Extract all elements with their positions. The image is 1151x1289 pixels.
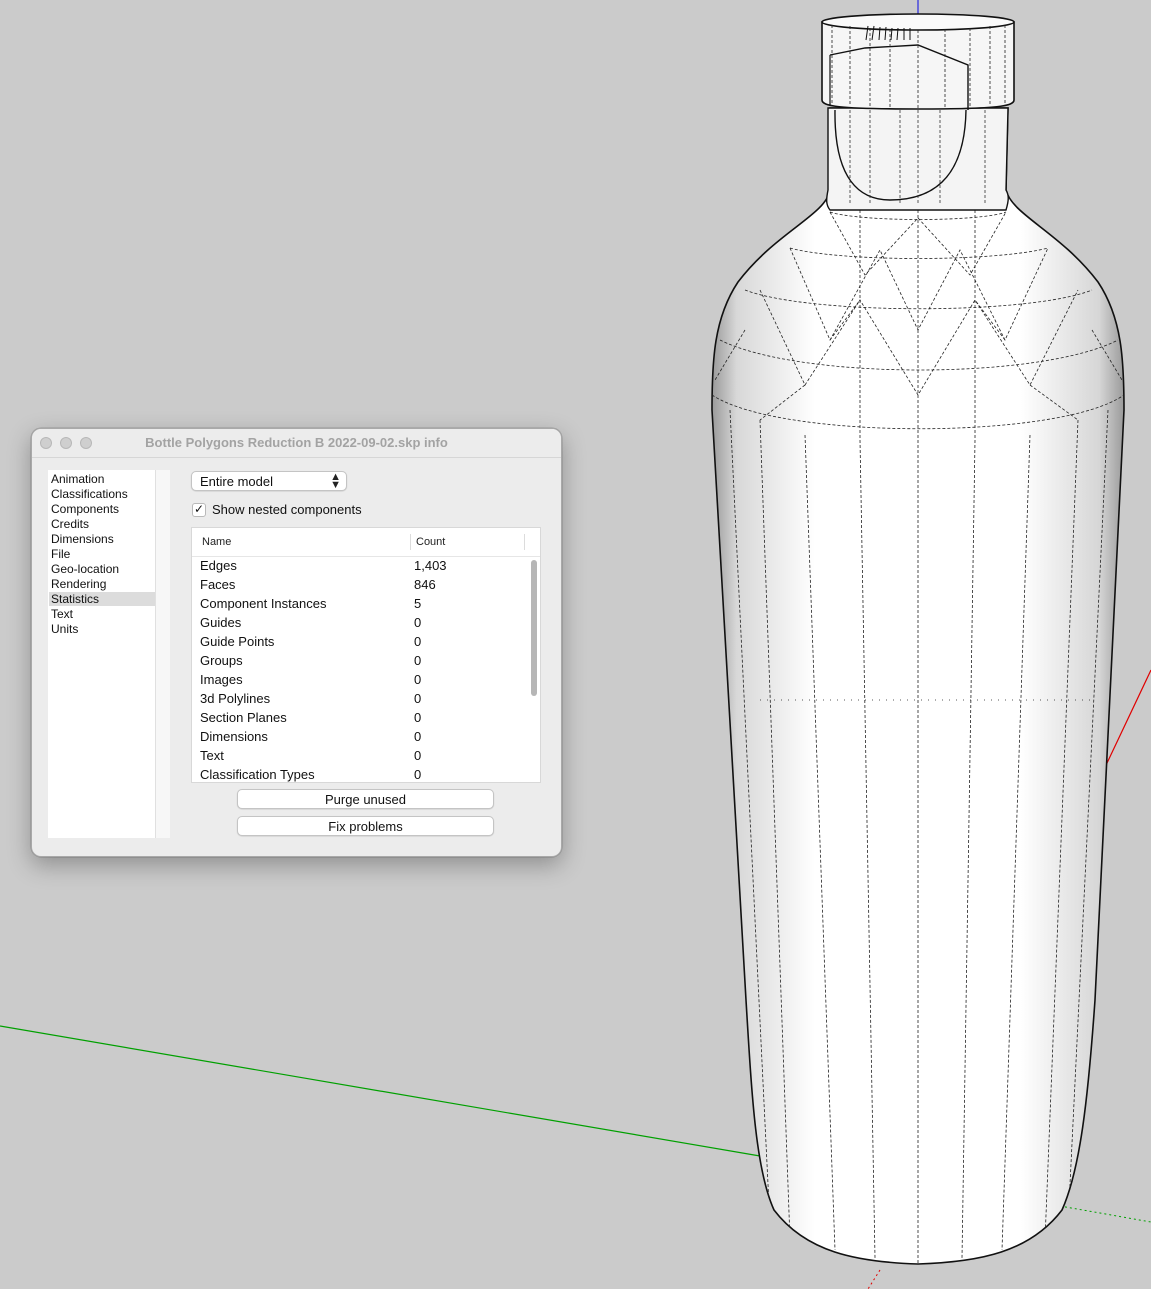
purge-unused-button[interactable]: Purge unused: [237, 789, 494, 809]
table-row[interactable]: Guides 0: [192, 613, 526, 632]
scope-select-value: Entire model: [200, 474, 273, 489]
model-info-window[interactable]: Bottle Polygons Reduction B 2022-09-02.s…: [31, 428, 562, 857]
row-count: 0: [414, 691, 422, 706]
sidebar-item-animation[interactable]: Animation: [49, 472, 155, 486]
row-count: 846: [414, 577, 436, 592]
row-name: Text: [200, 748, 224, 763]
table-row[interactable]: Text 0: [192, 746, 526, 765]
row-name: Section Planes: [200, 710, 287, 725]
row-name: Component Instances: [200, 596, 327, 611]
column-divider: [410, 534, 411, 550]
table-row[interactable]: Faces 846: [192, 575, 526, 594]
checkmark-icon: ✓: [194, 502, 205, 516]
row-count: 0: [414, 615, 422, 630]
row-count: 5: [414, 596, 422, 611]
table-row[interactable]: 3d Polylines 0: [192, 689, 526, 708]
row-name: Guides: [200, 615, 242, 630]
green-axis-line: [0, 1025, 761, 1157]
row-count: 0: [414, 653, 422, 668]
show-nested-components-checkbox[interactable]: ✓: [192, 502, 206, 517]
bottle-cap: [821, 13, 1015, 110]
table-row[interactable]: Images 0: [192, 670, 526, 689]
row-count: 0: [414, 748, 422, 763]
window-titlebar[interactable]: Bottle Polygons Reduction B 2022-09-02.s…: [32, 429, 561, 458]
updown-chevron-icon: ▲ ▼: [330, 471, 341, 491]
column-header-count[interactable]: Count: [416, 536, 445, 548]
table-header: Name Count: [192, 528, 540, 557]
sidebar-scroll-rail: [155, 470, 170, 838]
row-count: 0: [414, 729, 422, 744]
sidebar-item-text[interactable]: Text: [49, 607, 155, 621]
table-row[interactable]: Groups 0: [192, 651, 526, 670]
column-header-name[interactable]: Name: [202, 536, 231, 548]
sidebar-item-units[interactable]: Units: [49, 622, 155, 636]
sidebar-item-dimensions[interactable]: Dimensions: [49, 532, 155, 546]
table-row[interactable]: Classification Types 0: [192, 765, 526, 782]
row-name: Edges: [200, 558, 237, 573]
red-axis-dotted-line: [867, 1269, 881, 1289]
row-count: 1,403: [414, 558, 447, 573]
column-divider: [524, 534, 525, 550]
row-name: Guide Points: [200, 634, 275, 649]
row-count: 0: [414, 672, 422, 687]
table-row[interactable]: Dimensions 0: [192, 727, 526, 746]
table-row[interactable]: Edges 1,403: [192, 556, 526, 575]
row-name: Dimensions: [200, 729, 268, 744]
table-row[interactable]: Component Instances 5: [192, 594, 526, 613]
sidebar-item-components[interactable]: Components: [49, 502, 155, 516]
table-row[interactable]: Guide Points 0: [192, 632, 526, 651]
sidebar-item-statistics[interactable]: Statistics: [49, 592, 155, 606]
table-row[interactable]: Section Planes 0: [192, 708, 526, 727]
bottle-neck: [825, 107, 1009, 211]
bottle-model[interactable]: [711, 107, 1125, 1265]
green-axis-dotted-line: [1059, 1205, 1151, 1223]
scope-select[interactable]: Entire model ▲ ▼: [191, 471, 347, 491]
row-name: Faces: [200, 577, 236, 592]
row-name: Classification Types: [200, 767, 315, 782]
row-name: 3d Polylines: [200, 691, 271, 706]
sidebar-item-classifications[interactable]: Classifications: [49, 487, 155, 501]
row-count: 0: [414, 710, 422, 725]
statistics-table[interactable]: Name Count Edges 1,403 Faces 846 Component…: [191, 527, 541, 783]
sidebar-item-file[interactable]: File: [49, 547, 155, 561]
show-nested-components-label: Show nested components: [212, 502, 362, 517]
row-count: 0: [414, 634, 422, 649]
category-sidebar[interactable]: Animation Classifications Components Cre…: [48, 470, 156, 838]
sidebar-item-credits[interactable]: Credits: [49, 517, 155, 531]
table-scrollbar[interactable]: [531, 560, 537, 696]
sidebar-item-geo-location[interactable]: Geo-location: [49, 562, 155, 576]
sidebar-item-rendering[interactable]: Rendering: [49, 577, 155, 591]
row-name: Groups: [200, 653, 243, 668]
window-title: Bottle Polygons Reduction B 2022-09-02.s…: [145, 435, 448, 450]
fix-problems-button[interactable]: Fix problems: [237, 816, 494, 836]
row-count: 0: [414, 767, 422, 782]
row-name: Images: [200, 672, 243, 687]
